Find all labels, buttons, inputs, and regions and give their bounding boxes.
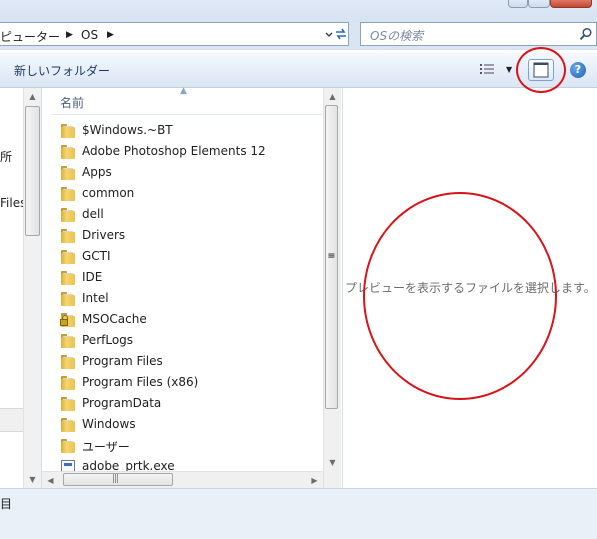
scroll-down-icon[interactable]: ▼ — [24, 471, 41, 488]
folder-icon — [60, 355, 76, 369]
breadcrumb-separator-icon[interactable]: ▶ — [66, 30, 73, 40]
maximize-button[interactable] — [528, 0, 550, 8]
folder-icon — [60, 187, 76, 201]
folder-icon — [60, 124, 76, 138]
file-list-hscroll-thumb[interactable]: ||| — [63, 473, 173, 486]
file-list-item-label: dell — [82, 207, 104, 221]
breadcrumb-computer[interactable]: ピューター — [0, 28, 60, 45]
file-list-item-label: Apps — [82, 165, 112, 179]
column-header-name[interactable]: 名前 — [60, 94, 84, 111]
refresh-icon — [336, 28, 346, 40]
file-list-item[interactable]: Apps — [58, 163, 320, 183]
file-list-item[interactable]: Windows — [58, 415, 320, 435]
scroll-up-icon[interactable]: ▲ — [324, 88, 341, 105]
folder-icon — [60, 145, 76, 159]
file-list-item[interactable]: Program Files — [58, 352, 320, 372]
file-list-item[interactable]: ProgramData — [58, 394, 320, 414]
nav-pane-divider — [0, 408, 23, 432]
file-list-item[interactable]: dell — [58, 205, 320, 225]
preview-message: プレビューを表示するファイルを選択します。 — [345, 281, 596, 295]
folder-icon — [60, 397, 76, 411]
view-details-icon[interactable] — [480, 64, 496, 76]
scroll-down-icon[interactable]: ▼ — [324, 454, 341, 471]
file-list-item-label: $Windows.~BT — [82, 123, 173, 137]
grip-icon: ||| — [112, 474, 119, 484]
breadcrumb-os[interactable]: OS — [81, 28, 98, 42]
folder-icon — [60, 166, 76, 180]
details-pane: 目 — [0, 488, 597, 539]
file-list-item[interactable]: PerfLogs — [58, 331, 320, 351]
file-list-item-label: Program Files — [82, 354, 163, 368]
file-list-item-label: ProgramData — [82, 396, 162, 410]
locked-folder-icon — [60, 313, 76, 327]
preview-pane-button[interactable] — [528, 59, 554, 81]
file-list-item[interactable]: Drivers — [58, 226, 320, 246]
file-list-item-label: Windows — [82, 417, 136, 431]
nav-scroll-thumb[interactable] — [25, 106, 40, 236]
file-list-item[interactable]: Intel — [58, 289, 320, 309]
file-list-item[interactable]: IDE — [58, 268, 320, 288]
folder-icon — [60, 439, 76, 453]
scroll-up-icon[interactable]: ▲ — [24, 88, 41, 105]
scroll-left-icon[interactable]: ◀ — [42, 472, 59, 489]
file-list-item[interactable]: GCTI — [58, 247, 320, 267]
breadcrumb-separator-icon[interactable]: ▶ — [107, 30, 114, 40]
file-list-item-label: common — [82, 186, 135, 200]
column-header[interactable]: 名前 ▲ — [52, 86, 322, 115]
search-box[interactable]: OSの検索 — [360, 22, 597, 46]
folder-icon — [60, 271, 76, 285]
view-options-dropdown[interactable]: ▼ — [506, 65, 512, 74]
folder-icon — [60, 334, 76, 348]
file-list-item[interactable]: MSOCache — [58, 310, 320, 330]
file-list-item-label: Program Files (x86) — [82, 375, 199, 389]
sort-ascending-icon: ▲ — [180, 86, 187, 96]
refresh-button[interactable] — [332, 23, 350, 45]
minimize-button[interactable] — [508, 0, 528, 8]
file-list-item-label: Adobe Photoshop Elements 12 — [82, 144, 266, 158]
nav-item-location[interactable]: 所 — [0, 148, 12, 165]
folder-icon — [60, 229, 76, 243]
folder-icon — [60, 376, 76, 390]
file-list-item-label: IDE — [82, 270, 103, 284]
search-icon[interactable] — [579, 27, 593, 41]
file-list-item-label: MSOCache — [82, 312, 147, 326]
nav-scrollbar[interactable]: ▲ ▼ — [23, 88, 41, 488]
details-label: 目 — [0, 497, 13, 511]
file-list-item[interactable]: ユーザー — [58, 436, 320, 456]
file-list-item-label: PerfLogs — [82, 333, 134, 347]
file-list-item[interactable]: Program Files (x86) — [58, 373, 320, 393]
file-list-item[interactable]: common — [58, 184, 320, 204]
file-list-item[interactable]: Adobe Photoshop Elements 12 — [58, 142, 320, 162]
new-folder-button[interactable]: 新しいフォルダー — [14, 62, 110, 79]
command-bar: 新しいフォルダー ▼ ? — [0, 53, 597, 88]
pane-splitter-grip-icon[interactable]: ≡ — [327, 251, 335, 262]
close-button[interactable] — [550, 0, 592, 8]
help-button[interactable]: ? — [570, 62, 586, 78]
folder-icon — [60, 208, 76, 222]
file-list-item[interactable]: $Windows.~BT — [58, 121, 320, 141]
file-list-item-label: Drivers — [82, 228, 126, 242]
file-list-item-label: Intel — [82, 291, 109, 305]
scroll-right-icon[interactable]: ▶ — [306, 472, 323, 489]
address-bar[interactable]: ピューター ▶ OS ▶ — [0, 22, 349, 46]
search-placeholder[interactable]: OSの検索 — [370, 27, 423, 44]
folder-icon — [60, 418, 76, 432]
folder-icon — [60, 250, 76, 264]
file-list-item-label: ユーザー — [82, 440, 130, 454]
folder-icon — [60, 292, 76, 306]
file-list-item-label: GCTI — [82, 249, 111, 263]
preview-pane-icon — [533, 62, 549, 78]
